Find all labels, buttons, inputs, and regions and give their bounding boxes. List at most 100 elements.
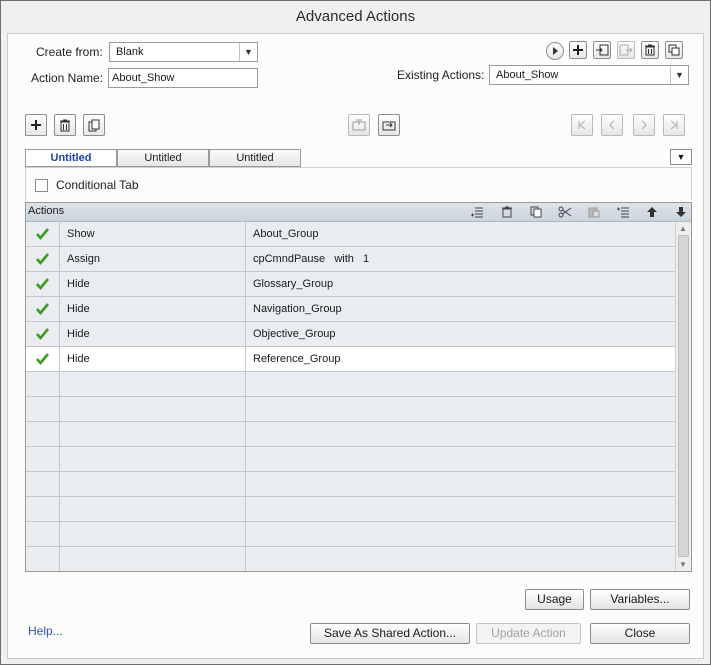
row-action-cell[interactable] [60, 397, 246, 421]
row-status-cell[interactable] [26, 422, 60, 446]
row-target-cell[interactable]: cpCmndPause with 1 [246, 247, 676, 271]
row-target-cell[interactable]: Reference_Group [246, 347, 676, 371]
conditional-tab-checkbox[interactable] [35, 179, 48, 192]
row-action-cell[interactable] [60, 472, 246, 496]
scroll-up-icon[interactable]: ▲ [679, 224, 687, 233]
row-status-cell[interactable] [26, 397, 60, 421]
scroll-thumb[interactable] [678, 235, 689, 557]
usage-button[interactable]: Usage [525, 589, 584, 610]
paste-icon[interactable] [586, 205, 602, 219]
row-status-cell[interactable] [26, 547, 60, 571]
row-target-cell[interactable]: Objective_Group [246, 322, 676, 346]
tab-untitled-1[interactable]: Untitled [25, 149, 117, 167]
row-status-cell[interactable] [26, 522, 60, 546]
insert-after-icon[interactable] [615, 205, 631, 219]
tab-list-dropdown[interactable]: ▼ [670, 149, 692, 165]
row-target-cell[interactable]: Navigation_Group [246, 297, 676, 321]
row-target-cell[interactable] [246, 397, 676, 421]
import-action-button[interactable] [593, 41, 611, 59]
table-row[interactable] [26, 447, 676, 472]
row-status-cell[interactable] [26, 222, 60, 246]
action-name-field[interactable]: About_Show [108, 68, 258, 88]
row-action-cell[interactable]: Hide [60, 347, 246, 371]
copy-tab-button[interactable] [83, 114, 105, 136]
table-row[interactable]: Show About_Group [26, 222, 676, 247]
table-row[interactable]: Hide Navigation_Group [26, 297, 676, 322]
table-row[interactable] [26, 522, 676, 547]
row-action-cell[interactable]: Assign [60, 247, 246, 271]
insert-action-icon[interactable] [469, 205, 485, 219]
copy-icon[interactable] [528, 205, 544, 219]
variables-button[interactable]: Variables... [590, 589, 690, 610]
save-as-shared-action-button[interactable]: Save As Shared Action... [310, 623, 470, 644]
close-button[interactable]: Close [590, 623, 690, 644]
delete-action-button[interactable] [641, 41, 659, 59]
row-target-cell[interactable] [246, 472, 676, 496]
row-target-cell[interactable]: Glossary_Group [246, 272, 676, 296]
export-action-button[interactable] [617, 41, 635, 59]
row-action-cell[interactable] [60, 497, 246, 521]
table-row[interactable] [26, 422, 676, 447]
row-status-cell[interactable] [26, 272, 60, 296]
row-action-cell[interactable]: Hide [60, 322, 246, 346]
export-tab-button[interactable] [378, 114, 400, 136]
new-action-button[interactable] [569, 41, 587, 59]
duplicate-action-button[interactable] [665, 41, 683, 59]
row-action-cell[interactable]: Show [60, 222, 246, 246]
last-tab-button[interactable] [663, 114, 685, 136]
table-row[interactable] [26, 472, 676, 497]
table-row[interactable]: Hide Glossary_Group [26, 272, 676, 297]
row-status-cell[interactable] [26, 447, 60, 471]
row-action-cell[interactable] [60, 447, 246, 471]
arrow-up-icon[interactable] [644, 205, 660, 219]
row-status-cell[interactable] [26, 472, 60, 496]
row-status-cell[interactable] [26, 322, 60, 346]
next-tab-button[interactable] [633, 114, 655, 136]
delete-tab-button[interactable] [54, 114, 76, 136]
row-status-cell[interactable] [26, 247, 60, 271]
table-row[interactable] [26, 397, 676, 422]
row-target-cell[interactable] [246, 547, 676, 571]
help-link[interactable]: Help... [28, 624, 63, 638]
tab-untitled-3[interactable]: Untitled [209, 149, 301, 167]
row-action-cell[interactable]: Hide [60, 272, 246, 296]
tab-untitled-2[interactable]: Untitled [117, 149, 209, 167]
row-target-cell[interactable] [246, 497, 676, 521]
row-status-cell[interactable] [26, 297, 60, 321]
table-row[interactable] [26, 497, 676, 522]
row-action-cell[interactable] [60, 547, 246, 571]
table-row[interactable]: Assign cpCmndPause with 1 [26, 247, 676, 272]
row-target-cell[interactable] [246, 522, 676, 546]
cut-icon[interactable] [557, 205, 573, 219]
row-status-cell[interactable] [26, 372, 60, 396]
row-status-cell[interactable] [26, 497, 60, 521]
row-target-cell[interactable]: About_Group [246, 222, 676, 246]
row-action-cell[interactable] [60, 522, 246, 546]
row-target-cell[interactable] [246, 372, 676, 396]
window-title: Advanced Actions [295, 8, 416, 25]
actions-scrollbar[interactable]: ▲ ▼ [675, 222, 691, 571]
table-row[interactable] [26, 547, 676, 571]
create-from-dropdown[interactable]: Blank ▼ [109, 42, 258, 62]
trash-icon[interactable] [499, 205, 515, 219]
previous-tab-button[interactable] [601, 114, 623, 136]
row-action-cell[interactable] [60, 372, 246, 396]
arrow-down-icon[interactable] [673, 205, 689, 219]
first-tab-button[interactable] [571, 114, 593, 136]
table-row[interactable] [26, 372, 676, 397]
conditional-area: Conditional Tab [25, 167, 692, 200]
table-row[interactable]: Hide Objective_Group [26, 322, 676, 347]
row-status-cell[interactable] [26, 347, 60, 371]
update-action-button[interactable]: Update Action [476, 623, 581, 644]
row-action-cell[interactable] [60, 422, 246, 446]
existing-actions-dropdown[interactable]: About_Show ▼ [489, 65, 689, 85]
row-target-cell[interactable] [246, 447, 676, 471]
table-row[interactable]: Hide Reference_Group [26, 347, 676, 372]
scroll-down-icon[interactable]: ▼ [679, 560, 687, 569]
row-action-cell[interactable]: Hide [60, 297, 246, 321]
preview-button[interactable] [546, 42, 564, 60]
row-target-cell[interactable] [246, 422, 676, 446]
import-icon [352, 119, 366, 131]
add-tab-button[interactable] [25, 114, 47, 136]
import-tab-button[interactable] [348, 114, 370, 136]
